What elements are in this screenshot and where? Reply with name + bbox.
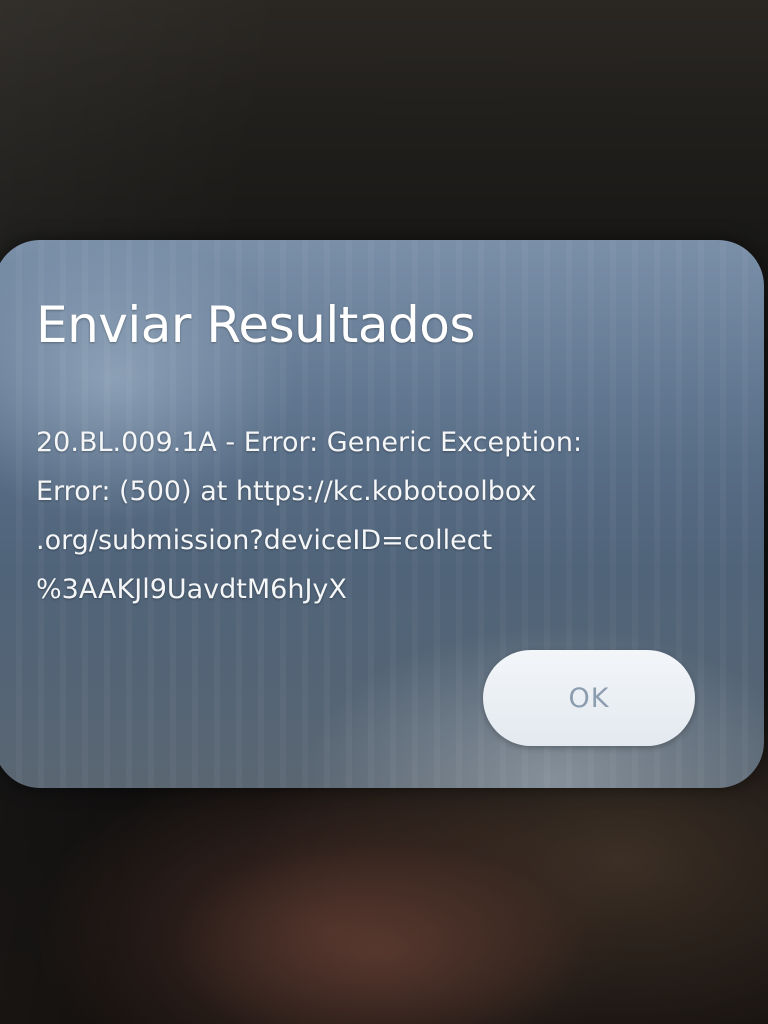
dialog-message: 20.BL.009.1A - Error: Generic Exception:…	[36, 418, 686, 614]
message-line-4: %3AAKJl9UavdtM6hJyX	[36, 574, 347, 605]
message-line-1: 20.BL.009.1A - Error: Generic Exception:	[36, 427, 583, 458]
finger-reflection	[170, 840, 590, 1024]
ok-button[interactable]: OK	[483, 650, 695, 746]
dialog-title: Enviar Resultados	[36, 296, 475, 354]
error-dialog: Enviar Resultados 20.BL.009.1A - Error: …	[0, 240, 764, 788]
message-line-3: .org/submission?deviceID=collect	[36, 525, 493, 556]
message-line-2: Error: (500) at https://kc.kobotoolbox	[36, 476, 537, 507]
